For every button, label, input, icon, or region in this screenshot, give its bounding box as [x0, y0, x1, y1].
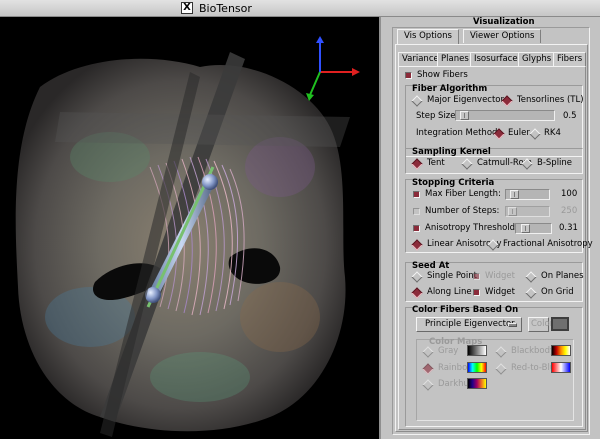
anisotropy-threshold-checkbox[interactable] [413, 225, 420, 232]
step-size-slider[interactable] [455, 110, 555, 121]
fiber-algorithm-title: Fiber Algorithm [412, 84, 488, 94]
tab-fibers[interactable]: Fibers [553, 52, 587, 67]
tab-planes[interactable]: Planes [437, 52, 473, 66]
max-fiber-length-label: Max Fiber Length: [425, 189, 501, 199]
axes-gizmo [306, 36, 360, 101]
color-mode-dropdown[interactable]: Principle Eigenvector [416, 317, 522, 332]
sampling-kernel-title: Sampling Kernel [412, 147, 491, 157]
show-fibers-label: Show Fibers [417, 70, 468, 80]
stopping-criteria-title: Stopping Criteria [412, 178, 495, 188]
along-line-widget-checkbox[interactable] [473, 289, 480, 296]
step-size-label: Step Size: [416, 111, 459, 121]
darkhue-colormap-swatch [467, 378, 487, 389]
max-fiber-length-value: 100 [561, 189, 578, 199]
x11-logo-icon: X [181, 2, 193, 14]
gray-colormap-swatch [467, 345, 487, 356]
red-to-blue-colormap-swatch [551, 362, 571, 373]
tab-variance[interactable]: Variance [398, 52, 443, 66]
along-line-label: Along Line [427, 287, 472, 297]
max-fiber-length-slider[interactable] [505, 189, 550, 200]
max-fiber-length-checkbox[interactable] [413, 191, 420, 198]
number-of-steps-slider[interactable] [505, 206, 550, 217]
color-swatch[interactable] [551, 317, 569, 331]
tab-isosurface[interactable]: Isosurface [470, 52, 522, 66]
number-of-steps-checkbox[interactable] [413, 208, 420, 215]
major-eigenvector-label: Major Eigenvector [427, 95, 505, 105]
anisotropy-threshold-label: Anisotropy Threshold: [425, 223, 518, 233]
color-mode-selected: Principle Eigenvector [425, 319, 515, 329]
panel-title: Visualization [473, 17, 535, 27]
integration-method-label: Integration Method: [416, 128, 501, 138]
rk4-label: RK4 [544, 128, 561, 138]
color-fibers-title: Color Fibers Based On [412, 305, 519, 315]
euler-label: Euler [508, 128, 530, 138]
tab-glyphs[interactable]: Glyphs [518, 52, 556, 66]
fractional-anisotropy-label: Fractional Anisotropy [503, 239, 593, 249]
tensorlines-label: Tensorlines (TL) [517, 95, 584, 105]
tent-label: Tent [427, 158, 445, 168]
brain-render [15, 36, 360, 437]
blackbody-colormap-swatch [551, 345, 571, 356]
3d-viewer[interactable] [0, 17, 379, 439]
window-titlebar[interactable]: X BioTensor [0, 0, 600, 17]
anisotropy-threshold-value: 0.31 [559, 223, 578, 233]
on-planes-label: On Planes [541, 271, 584, 281]
along-line-widget-label: Widget [485, 287, 515, 297]
dropdown-arrow-icon [508, 323, 517, 327]
single-point-widget-label: Widget [485, 271, 515, 281]
blackbody-map-label: Blackbody [511, 346, 556, 356]
on-grid-label: On Grid [541, 287, 574, 297]
control-panel: Visualization Vis Options Viewer Options… [379, 17, 600, 439]
rainbow-colormap-swatch [467, 362, 487, 373]
number-of-steps-label: Number of Steps: [425, 206, 500, 216]
single-point-widget-checkbox[interactable] [473, 273, 480, 280]
seed-at-title: Seed At [412, 261, 450, 271]
show-fibers-checkbox[interactable] [405, 72, 412, 79]
single-point-label: Single Point [427, 271, 477, 281]
tab-vis-options[interactable]: Vis Options [397, 29, 459, 44]
gray-map-label: Gray [438, 346, 459, 356]
window-title: BioTensor [199, 2, 252, 15]
number-of-steps-value: 250 [561, 206, 578, 216]
anisotropy-threshold-slider[interactable] [515, 223, 552, 234]
color-button[interactable]: Color [528, 317, 553, 332]
bspline-label: B-Spline [537, 158, 573, 168]
tab-viewer-options[interactable]: Viewer Options [463, 29, 542, 43]
step-size-value: 0.5 [563, 111, 577, 121]
